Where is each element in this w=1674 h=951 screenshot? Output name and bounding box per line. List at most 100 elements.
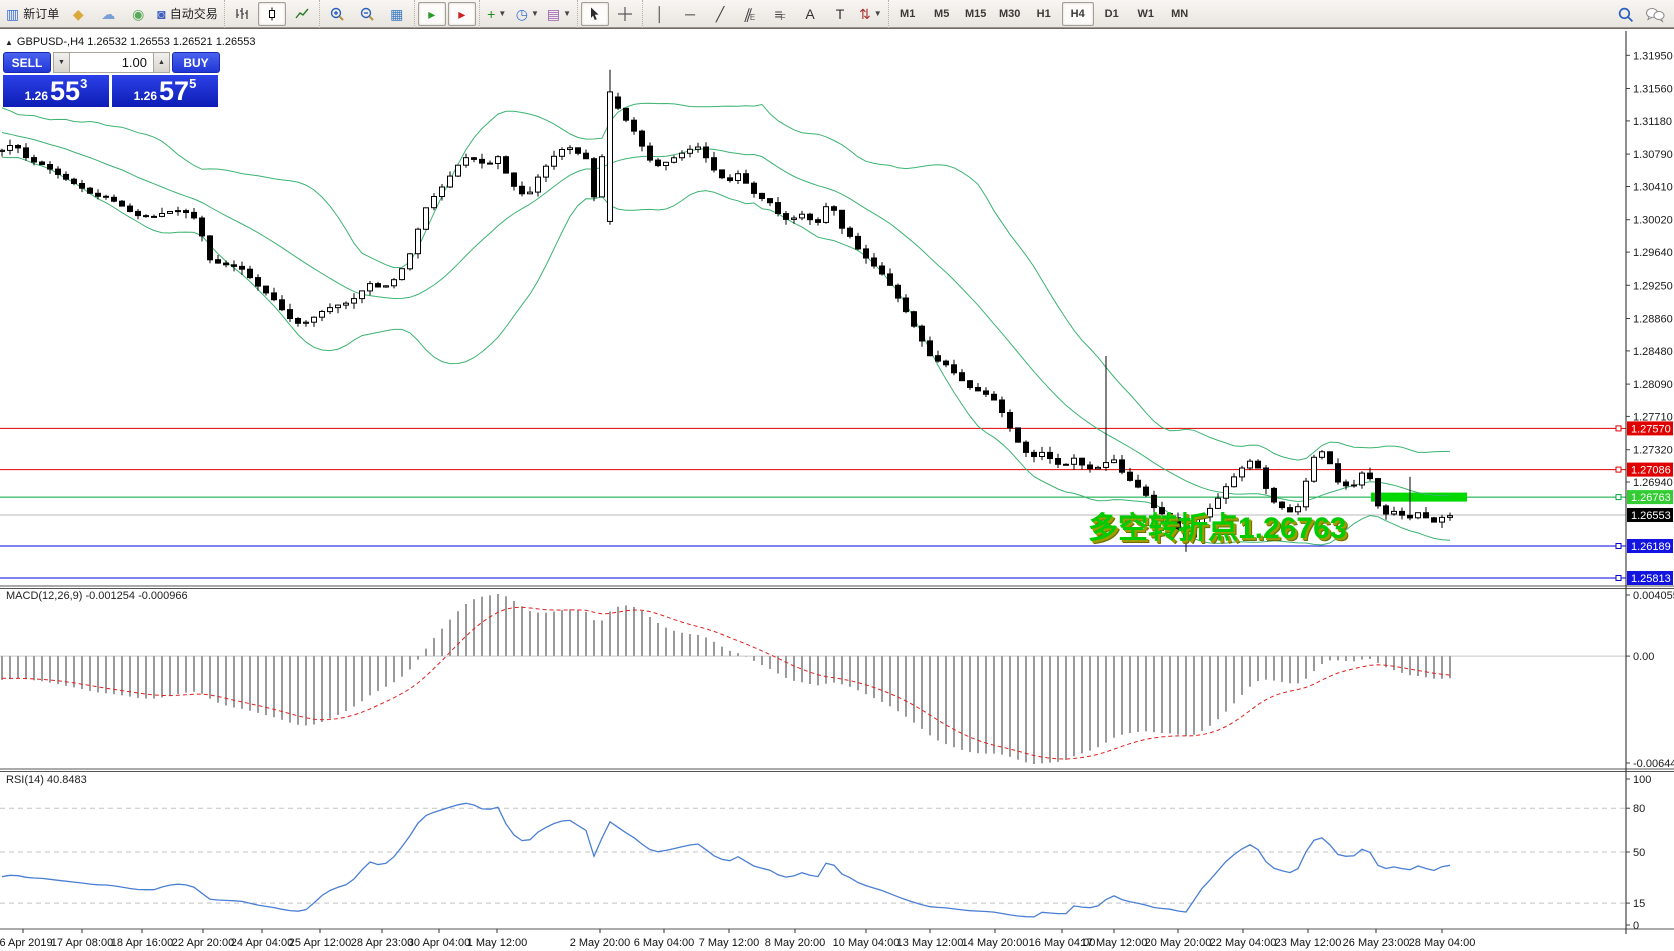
candle bbox=[752, 183, 757, 193]
buy-price-display[interactable]: 1.26 57 5 bbox=[112, 75, 218, 107]
volume-decrease-button[interactable]: ▼ bbox=[53, 52, 70, 73]
buy-button[interactable]: BUY bbox=[172, 52, 220, 73]
text-button[interactable]: A bbox=[796, 2, 824, 26]
signals-button[interactable]: ◉ bbox=[124, 2, 152, 26]
indicators-button[interactable]: ▤▼ bbox=[544, 2, 574, 26]
candle bbox=[224, 263, 229, 265]
time-tick-label: 26 May 23:00 bbox=[1343, 937, 1410, 949]
candle bbox=[360, 291, 365, 299]
time-tick-label: 14 May 20:00 bbox=[962, 937, 1029, 949]
bar-chart-button[interactable] bbox=[228, 2, 256, 26]
sell-price-base: 1.26 bbox=[25, 88, 48, 105]
green-highlight-box[interactable] bbox=[1371, 493, 1467, 502]
new-order-button[interactable]: ▥新订单 bbox=[3, 2, 62, 26]
sell-price-display[interactable]: 1.26 55 3 bbox=[3, 75, 109, 107]
equidistant-channel-button[interactable]: ∥E bbox=[736, 2, 764, 26]
autotrading-button-label: 自动交易 bbox=[170, 5, 218, 22]
rsi-panel: 1008050150 bbox=[0, 774, 1651, 932]
price-tick-label: 1.26940 bbox=[1633, 477, 1673, 489]
sell-button[interactable]: SELL bbox=[3, 52, 51, 73]
candle bbox=[112, 197, 117, 201]
auto-scroll-button[interactable]: ▸ bbox=[418, 2, 446, 26]
level-anchor bbox=[1616, 495, 1621, 500]
new-chart-button[interactable]: +▼ bbox=[483, 2, 511, 26]
zoom-out-button[interactable] bbox=[353, 2, 381, 26]
candle bbox=[344, 303, 349, 305]
candle bbox=[640, 131, 645, 146]
panel-collapse-icon[interactable]: ▲ bbox=[5, 38, 13, 47]
volume-increase-button[interactable]: ▲ bbox=[153, 52, 170, 73]
candle bbox=[824, 207, 829, 223]
bollinger-upper bbox=[2, 103, 1450, 460]
price-tick-label: 1.28480 bbox=[1633, 346, 1673, 358]
chat-button[interactable] bbox=[1641, 2, 1669, 26]
timeframe-h4-button[interactable]: H4 bbox=[1062, 2, 1094, 26]
timeframe-w1-button[interactable]: W1 bbox=[1130, 2, 1162, 26]
level-price-label: 1.27570 bbox=[1631, 423, 1671, 435]
candle bbox=[928, 341, 933, 356]
time-tick-label: 28 May 04:00 bbox=[1409, 937, 1476, 949]
candle bbox=[920, 326, 925, 341]
periods-button[interactable]: ◷▼ bbox=[513, 2, 542, 26]
zoom-in-button[interactable] bbox=[323, 2, 351, 26]
candle bbox=[1344, 482, 1349, 486]
candle bbox=[912, 312, 917, 327]
arrows-button[interactable]: ⇅▼ bbox=[856, 2, 885, 26]
candle bbox=[1136, 480, 1141, 487]
timeframe-m5-button[interactable]: M5 bbox=[926, 2, 958, 26]
candle bbox=[872, 258, 877, 266]
autotrading-icon: ◙ bbox=[157, 7, 165, 21]
highlighter-button[interactable]: ◆ bbox=[64, 2, 92, 26]
candle bbox=[1424, 513, 1429, 518]
timeframe-d1-button[interactable]: D1 bbox=[1096, 2, 1128, 26]
panel-separators[interactable] bbox=[0, 586, 1674, 929]
candle bbox=[744, 174, 749, 184]
candle bbox=[192, 212, 197, 218]
chevron-down-icon[interactable]: ▼ bbox=[874, 9, 882, 18]
ohlc-values: 1.26532 1.26553 1.26521 1.26553 bbox=[87, 36, 255, 48]
tile-windows-button[interactable]: ▦ bbox=[383, 2, 411, 26]
turning-point-annotation[interactable]: 多空转折点1.26763 bbox=[1088, 503, 1346, 547]
price-tick-label: 1.31560 bbox=[1633, 84, 1673, 96]
autotrading-button[interactable]: ◙ 自动交易 bbox=[154, 2, 220, 26]
market-watch-button[interactable]: ☁ bbox=[94, 2, 122, 26]
chart-shift-button[interactable]: ▸ bbox=[448, 2, 476, 26]
candle bbox=[1272, 488, 1277, 502]
chart-shift-icon: ▸ bbox=[458, 7, 465, 21]
vertical-line-button[interactable]: │ bbox=[646, 2, 674, 26]
candle bbox=[544, 166, 549, 177]
timeframe-h1-button[interactable]: H1 bbox=[1028, 2, 1060, 26]
candle bbox=[776, 203, 781, 214]
timeframe-m30-button[interactable]: M30 bbox=[994, 2, 1026, 26]
cursor-button[interactable] bbox=[581, 2, 609, 26]
timeframe-m1-button[interactable]: M1 bbox=[892, 2, 924, 26]
candle bbox=[1008, 413, 1013, 428]
chevron-down-icon[interactable]: ▼ bbox=[498, 9, 506, 18]
main-chart-svg[interactable]: 1.319501.315601.311801.307901.304101.300… bbox=[0, 1, 1674, 951]
crosshair-button[interactable] bbox=[611, 2, 639, 26]
level-anchor bbox=[1616, 544, 1621, 549]
text-label-button[interactable]: T bbox=[826, 2, 854, 26]
search-button[interactable] bbox=[1611, 2, 1639, 26]
line-chart-button[interactable] bbox=[288, 2, 316, 26]
candle bbox=[552, 156, 557, 166]
timeframe-m15-button[interactable]: M15 bbox=[960, 2, 992, 26]
chevron-down-icon[interactable]: ▼ bbox=[563, 9, 571, 18]
time-tick-label: 23 May 12:00 bbox=[1275, 937, 1342, 949]
candle bbox=[888, 274, 893, 285]
fibonacci-button[interactable]: ≡F bbox=[766, 2, 794, 26]
chevron-down-icon[interactable]: ▼ bbox=[531, 9, 539, 18]
volume-input[interactable]: 1.00 bbox=[70, 52, 153, 73]
time-axis[interactable]: 16 Apr 201917 Apr 08:0018 Apr 16:0022 Ap… bbox=[0, 929, 1475, 949]
horizontal-levels[interactable] bbox=[0, 426, 1626, 581]
candlestick-chart-button[interactable] bbox=[258, 2, 286, 26]
candle bbox=[800, 214, 805, 218]
candle bbox=[984, 391, 989, 394]
horizontal-line-button[interactable]: ─ bbox=[676, 2, 704, 26]
timeframe-mn-button[interactable]: MN bbox=[1164, 2, 1196, 26]
svg-text:50: 50 bbox=[1633, 847, 1645, 859]
price-tick-label: 1.29250 bbox=[1633, 280, 1673, 292]
time-tick-label: 6 May 04:00 bbox=[634, 937, 695, 949]
svg-text:0.004055: 0.004055 bbox=[1633, 590, 1674, 602]
trendline-button[interactable]: ╱ bbox=[706, 2, 734, 26]
